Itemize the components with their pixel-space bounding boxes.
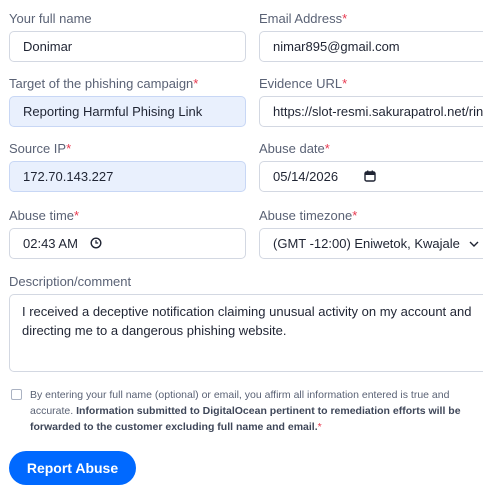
abuse-date-value: 05/14/2026 — [273, 169, 339, 184]
consent-checkbox[interactable] — [11, 389, 22, 400]
target-input[interactable]: Reporting Harmful Phising Link — [9, 96, 246, 127]
abuse-time-group: Abuse time* 02:43 AM — [9, 207, 246, 259]
evidence-url-group: Evidence URL* https://slot-resmi.sakurap… — [259, 75, 483, 127]
source-ip-group: Source IP* 172.70.143.227 — [9, 140, 246, 192]
description-textarea[interactable]: I received a deceptive notification clai… — [9, 294, 483, 372]
abuse-time-label-text: Abuse time — [9, 208, 75, 223]
report-abuse-button[interactable]: Report Abuse — [9, 451, 136, 485]
abuse-timezone-label: Abuse timezone* — [259, 207, 483, 225]
abuse-timezone-label-text: Abuse timezone — [259, 208, 353, 223]
required-marker: * — [352, 208, 358, 223]
required-marker: * — [193, 76, 199, 91]
required-marker: * — [342, 11, 348, 26]
abuse-date-group: Abuse date* 05/14/2026 — [259, 140, 483, 192]
required-marker: * — [342, 76, 348, 91]
abuse-date-input[interactable]: 05/14/2026 — [259, 161, 483, 192]
target-label: Target of the phishing campaign* — [9, 75, 246, 93]
abuse-date-label-text: Abuse date — [259, 141, 325, 156]
evidence-url-input[interactable]: https://slot-resmi.sakurapatrol.net/rins… — [259, 96, 483, 127]
chevron-down-icon[interactable] — [468, 238, 480, 250]
consent-text-bold: Information submitted to DigitalOcean pe… — [30, 405, 461, 433]
evidence-url-label-text: Evidence URL — [259, 76, 343, 91]
full-name-group: Your full name Donimar — [9, 10, 246, 62]
abuse-time-value: 02:43 AM — [23, 236, 78, 251]
target-group: Target of the phishing campaign* Reporti… — [9, 75, 246, 127]
clock-icon[interactable] — [90, 237, 102, 249]
abuse-time-input[interactable]: 02:43 AM — [9, 228, 246, 259]
email-label-text: Email Address — [259, 11, 343, 26]
abuse-timezone-value: (GMT -12:00) Eniwetok, Kwajale — [273, 236, 460, 251]
consent-text: By entering your full name (optional) or… — [30, 387, 470, 435]
required-marker: * — [317, 421, 322, 433]
required-marker: * — [74, 208, 80, 223]
required-marker: * — [324, 141, 330, 156]
abuse-report-form: Your full name Donimar Email Address* ni… — [0, 0, 483, 500]
abuse-timezone-group: Abuse timezone* (GMT -12:00) Eniwetok, K… — [259, 207, 483, 259]
email-label: Email Address* — [259, 10, 483, 28]
source-ip-label: Source IP* — [9, 140, 246, 158]
full-name-input[interactable]: Donimar — [9, 31, 246, 62]
source-ip-label-text: Source IP — [9, 141, 67, 156]
evidence-url-label: Evidence URL* — [259, 75, 483, 93]
target-label-text: Target of the phishing campaign — [9, 76, 194, 91]
calendar-icon[interactable] — [364, 170, 376, 182]
full-name-label: Your full name — [9, 11, 92, 26]
email-input[interactable]: nimar895@gmail.com — [259, 31, 483, 62]
required-marker: * — [66, 141, 72, 156]
description-label: Description/comment — [9, 274, 132, 289]
source-ip-input[interactable]: 172.70.143.227 — [9, 161, 246, 192]
email-group: Email Address* nimar895@gmail.com — [259, 10, 483, 62]
abuse-time-label: Abuse time* — [9, 207, 246, 225]
abuse-date-label: Abuse date* — [259, 140, 483, 158]
abuse-timezone-select[interactable]: (GMT -12:00) Eniwetok, Kwajale — [259, 228, 483, 259]
